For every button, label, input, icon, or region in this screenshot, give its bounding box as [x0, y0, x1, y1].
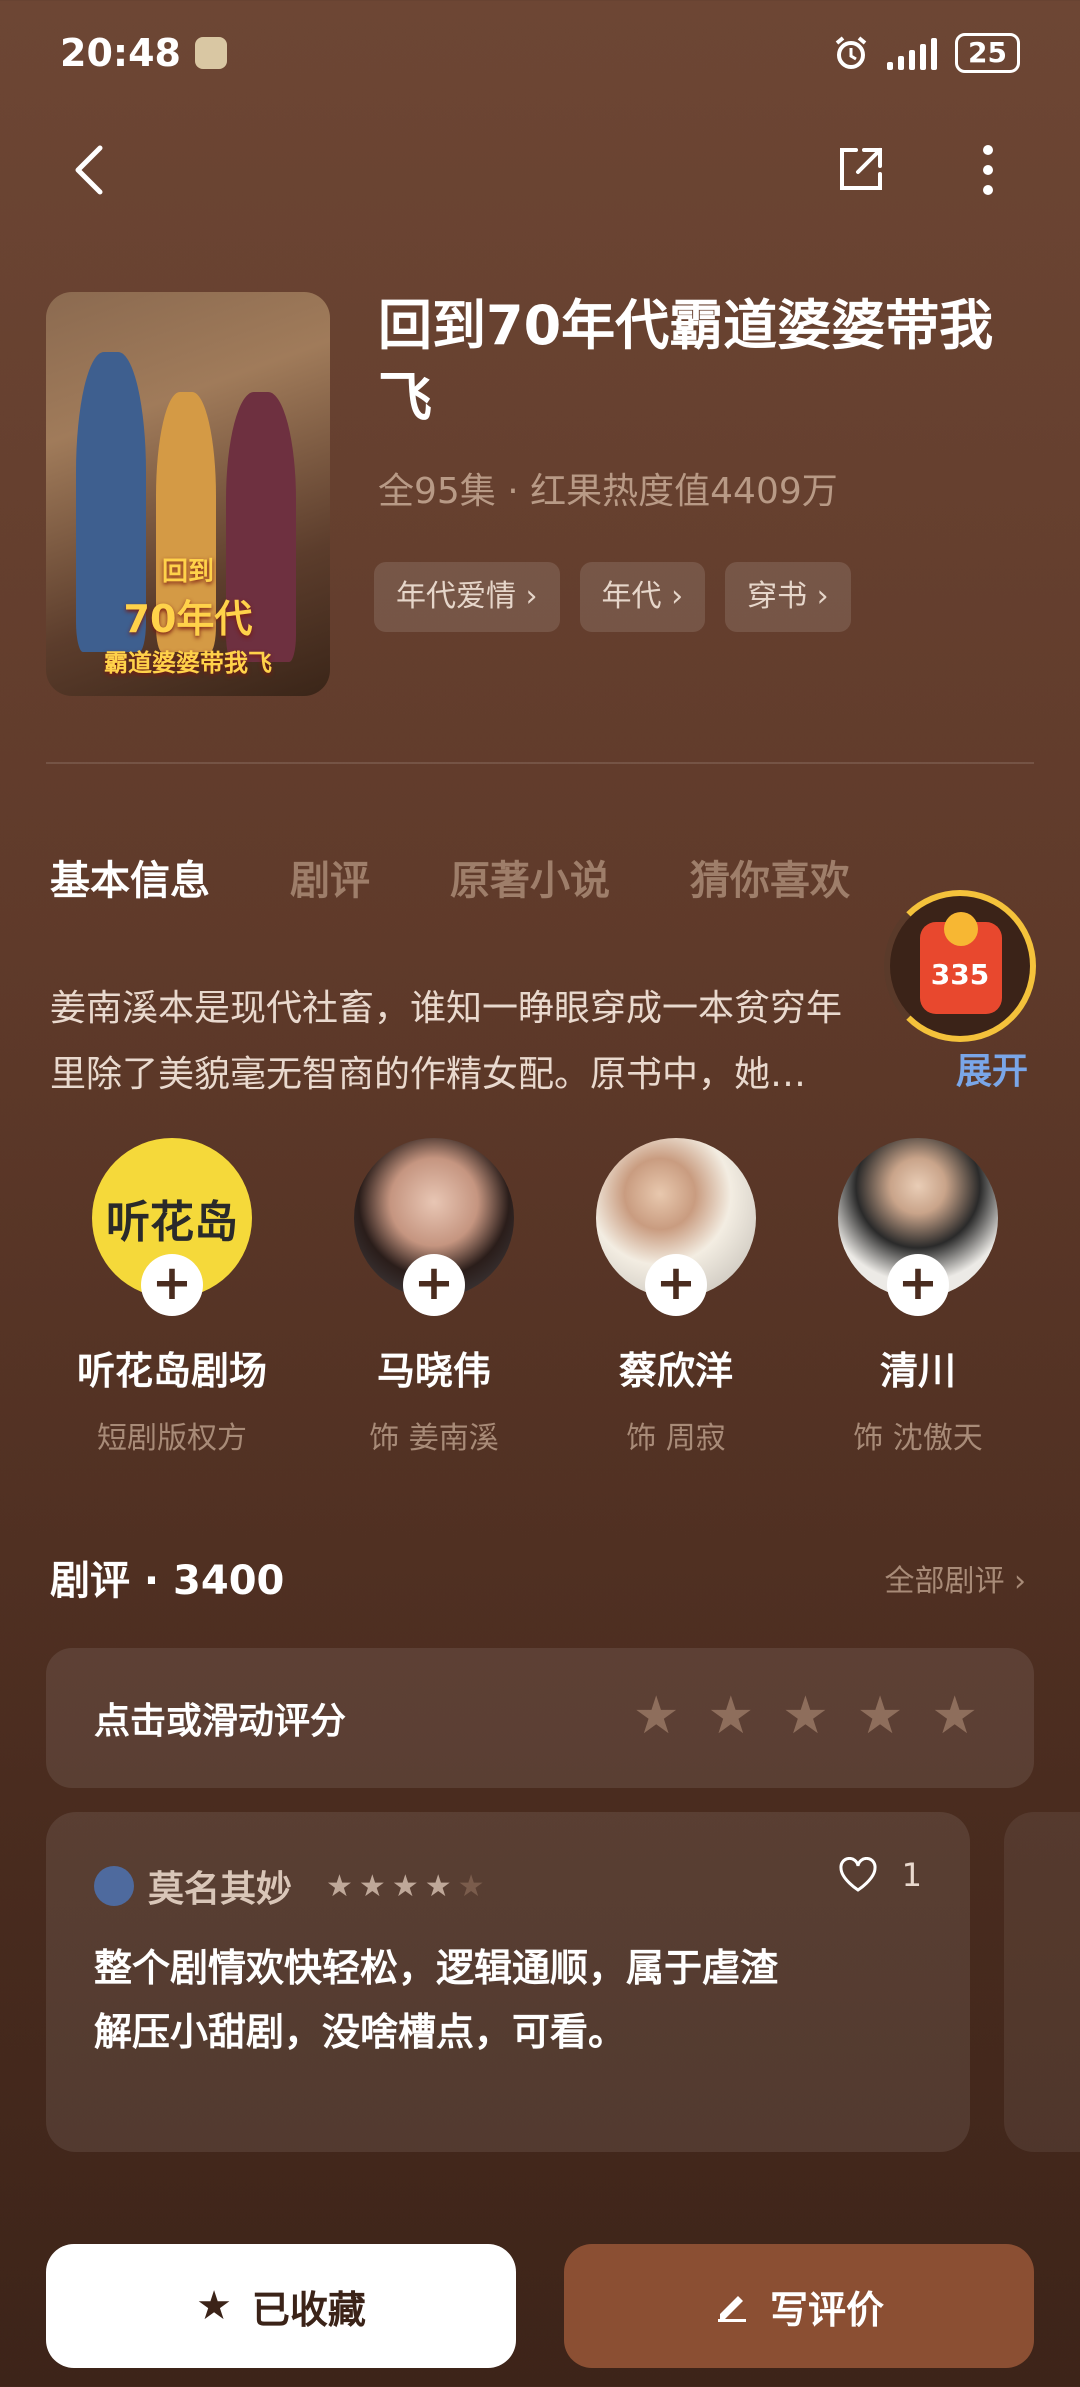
status-time: 20:48 — [60, 31, 181, 75]
cast-item[interactable]: + 清川 饰 沈傲天 — [818, 1138, 1018, 1457]
tab-bar: 基本信息 剧评 原著小说 猜你喜欢 — [50, 848, 850, 906]
show-title: 回到70年代霸道婆婆带我飞 — [378, 294, 994, 429]
more-vertical-icon — [983, 145, 993, 195]
cast-role: 饰 沈傲天 — [853, 1421, 983, 1456]
red-packet-count: 335 — [930, 958, 990, 991]
write-review-button[interactable]: 写评价 — [564, 2244, 1034, 2368]
description-line: 姜南溪本是现代社畜，谁知一睁眼穿成一本贫穷年 — [50, 988, 843, 1029]
star-icon: ★ — [391, 1868, 419, 1904]
review-rating-stars: ★ ★ ★ ★ ★ — [326, 1869, 485, 1904]
show-poster[interactable]: 回到 70年代 霸道婆婆带我飞 — [46, 292, 330, 696]
pen-icon — [717, 2296, 746, 2322]
follow-button[interactable]: + — [403, 1254, 465, 1316]
app-notification-icon — [194, 37, 227, 69]
review-text-line: 解压小甜剧，没啥槽点，可看。 — [94, 2010, 627, 2054]
all-reviews-link[interactable]: 全部剧评 › — [884, 1556, 1026, 1600]
star-icon: ★ — [457, 1868, 485, 1904]
share-icon — [840, 148, 882, 190]
rating-prompt: 点击或滑动评分 — [94, 1701, 347, 1742]
star-icon[interactable]: ★ — [931, 1688, 978, 1744]
favorite-label: 已收藏 — [251, 2287, 366, 2332]
rating-box[interactable]: 点击或滑动评分 ★ ★ ★ ★ ★ — [46, 1648, 1034, 1788]
tag-chip[interactable]: 年代爱情 › — [374, 562, 560, 632]
avatar: + — [354, 1138, 514, 1316]
follow-button[interactable]: + — [887, 1254, 949, 1316]
star-icon: ★ — [196, 2283, 232, 2329]
cast-name: 马晓伟 — [376, 1349, 491, 1393]
cast-role: 饰 姜南溪 — [369, 1421, 499, 1456]
avatar — [94, 1866, 134, 1906]
show-meta: 全95集 · 红果热度值4409万 — [378, 471, 838, 512]
tab-recommendations[interactable]: 猜你喜欢 — [690, 848, 850, 906]
avatar: + — [596, 1138, 756, 1316]
review-card-next[interactable] — [1004, 1812, 1080, 2152]
tag-list: 年代爱情 › 年代 › 穿书 › — [374, 562, 851, 632]
more-button[interactable] — [952, 134, 1024, 206]
cast-role: 短剧版权方 — [97, 1421, 247, 1456]
write-review-label: 写评价 — [769, 2287, 884, 2332]
status-bar: 20:48 25 — [60, 28, 1020, 78]
tag-chip[interactable]: 年代 › — [579, 562, 706, 632]
avatar: + — [838, 1138, 998, 1316]
cast-role: 饰 周寂 — [626, 1421, 726, 1456]
share-button[interactable] — [824, 134, 896, 206]
heart-icon — [839, 1857, 877, 1892]
studio-logo-text: 听花岛 — [106, 1197, 238, 1248]
star-icon[interactable]: ★ — [857, 1688, 904, 1744]
review-user: 莫名其妙 ★ ★ ★ ★ ★ — [94, 1860, 485, 1912]
cast-name: 听花岛剧场 — [76, 1349, 267, 1393]
star-icon: ★ — [358, 1868, 386, 1904]
cast-item[interactable]: 听花岛 + 听花岛剧场 短剧版权方 — [72, 1138, 272, 1457]
cast-name: 清川 — [879, 1349, 956, 1393]
tab-basic-info[interactable]: 基本信息 — [50, 848, 210, 906]
cast-name: 蔡欣洋 — [618, 1349, 733, 1393]
star-icon[interactable]: ★ — [633, 1688, 680, 1744]
cast-item[interactable]: + 蔡欣洋 饰 周寂 — [576, 1138, 776, 1457]
tab-original-novel[interactable]: 原著小说 — [450, 848, 610, 906]
description: 姜南溪本是现代社畜，谁知一睁眼穿成一本贫穷年 里除了美貌毫无智商的作精女配。原书… — [50, 976, 920, 1108]
poster-line-3: 霸道婆婆带我飞 — [104, 649, 272, 677]
review-username: 莫名其妙 — [148, 1869, 293, 1910]
like-button[interactable]: 1 — [838, 1856, 922, 1894]
star-icon[interactable]: ★ — [782, 1688, 829, 1744]
back-button[interactable] — [54, 134, 126, 206]
poster-line-1: 回到 — [161, 557, 214, 587]
favorite-button[interactable]: ★ 已收藏 — [46, 2244, 516, 2368]
follow-button[interactable]: + — [141, 1254, 203, 1316]
review-text: 整个剧情欢快轻松，逻辑通顺，属于虐渣 解压小甜剧，没啥槽点，可看。 — [94, 1936, 930, 2064]
review-card[interactable]: 莫名其妙 ★ ★ ★ ★ ★ 1 整个剧情欢快轻松，逻辑通顺，属于虐渣 解压小甜… — [46, 1812, 970, 2152]
star-icon: ★ — [424, 1868, 452, 1904]
follow-button[interactable]: + — [645, 1254, 707, 1316]
battery-indicator: 25 — [955, 33, 1020, 73]
like-count: 1 — [901, 1856, 922, 1894]
red-packet-widget[interactable]: 335 — [884, 890, 1036, 1042]
poster-title: 回到 70年代 霸道婆婆带我飞 — [66, 551, 310, 678]
tag-chip[interactable]: 穿书 › — [725, 562, 851, 632]
divider — [46, 762, 1034, 764]
reviews-heading: 剧评 · 3400 — [50, 1558, 285, 1604]
review-text-line: 整个剧情欢快轻松，逻辑通顺，属于虐渣 — [94, 1946, 779, 1990]
cast-item[interactable]: + 马晓伟 饰 姜南溪 — [334, 1138, 534, 1457]
star-icon[interactable]: ★ — [708, 1688, 755, 1744]
expand-button[interactable]: 展开 — [956, 1042, 1028, 1094]
studio-logo: 听花岛 + — [92, 1138, 252, 1316]
description-line: 里除了美貌毫无智商的作精女配。原书中，她… — [50, 1054, 807, 1095]
star-icon: ★ — [326, 1868, 353, 1904]
alarm-icon — [835, 36, 867, 69]
poster-line-2: 70年代 — [123, 597, 253, 641]
tab-reviews[interactable]: 剧评 — [290, 848, 370, 906]
signal-icon — [887, 36, 938, 70]
rating-stars[interactable]: ★ ★ ★ ★ ★ — [633, 1688, 978, 1744]
chevron-left-icon — [75, 145, 103, 195]
